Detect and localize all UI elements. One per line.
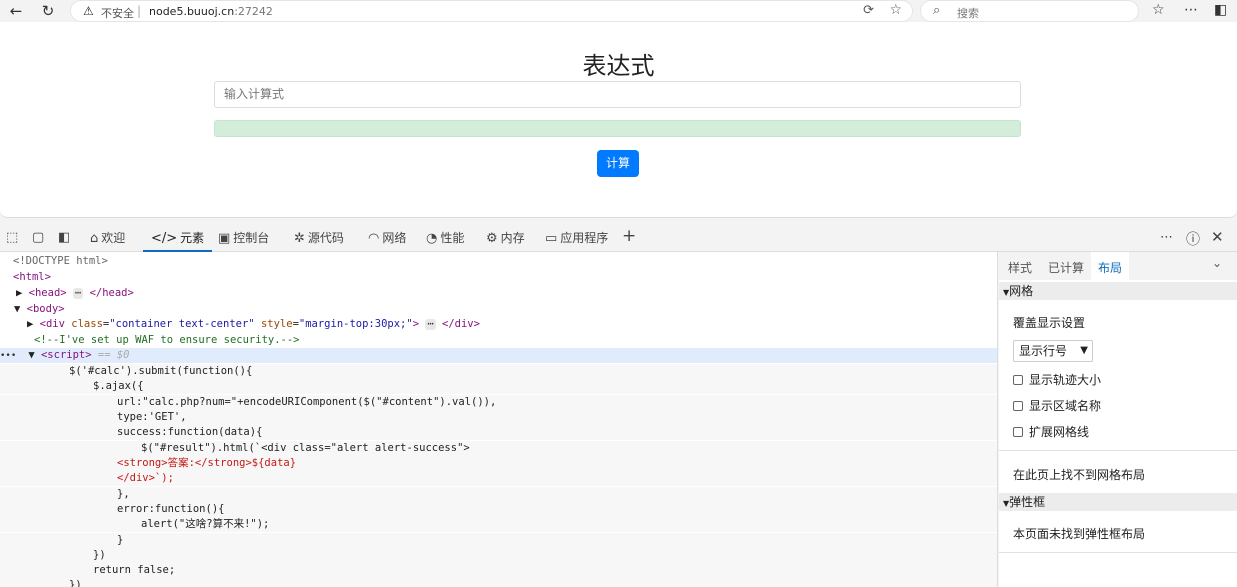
gutter-dots[interactable]: •••: [0, 349, 22, 364]
more-tools-icon[interactable]: ⋯: [1160, 230, 1173, 245]
help-icon[interactable]: ⓘ: [1186, 229, 1200, 249]
js-line: $.ajax({: [0, 379, 997, 394]
expand-triangle-icon[interactable]: ▶: [16, 287, 22, 299]
more-icon[interactable]: ⋯: [1184, 2, 1198, 18]
gauge-icon: ◔: [426, 231, 438, 246]
back-icon[interactable]: ←: [6, 1, 26, 21]
browser-toolbar: ← ↻ ⚠ 不安全 | node5.buuoj.cn:27242 ⟳ ☆ ⌕ 搜…: [0, 0, 1237, 22]
doctype-line[interactable]: <!DOCTYPE html>: [0, 254, 997, 269]
add-tab-icon[interactable]: +: [622, 226, 636, 246]
js-line: <strong>答案:</strong>${data}: [0, 456, 997, 471]
head-line[interactable]: ▶ <head> ⋯ </head>: [0, 286, 997, 301]
console-icon: ▣: [218, 231, 231, 246]
js-line: },: [0, 487, 997, 502]
js-line: alert("这啥?算不来!");: [0, 517, 997, 532]
js-line: type:'GET',: [0, 410, 997, 425]
calculate-button[interactable]: 计算: [597, 150, 639, 177]
translate-icon[interactable]: ⟳: [863, 3, 874, 18]
track-size-checkbox[interactable]: 显示轨迹大小: [1013, 371, 1101, 388]
js-line: }: [0, 533, 997, 548]
js-line: </div>`);: [0, 471, 997, 486]
tab-network[interactable]: ◠ 网络: [368, 224, 406, 252]
home-icon: ⌂: [90, 231, 99, 246]
sidebar-tabs: 样式 已计算 布局 ⌄: [999, 252, 1237, 280]
tab-elements[interactable]: </> 元素: [143, 224, 213, 252]
grid-section-header[interactable]: ▼网格: [999, 282, 1237, 300]
tab-sources[interactable]: ✲ 源代码: [294, 224, 344, 252]
separator: |: [137, 4, 142, 18]
close-icon[interactable]: ✕: [1211, 228, 1224, 246]
app-icon: ▭: [545, 231, 558, 246]
favorite-star-icon[interactable]: ☆: [889, 2, 902, 18]
styles-sidebar: 样式 已计算 布局 ⌄ ▼网格 覆盖显示设置 显示行号 ▼ 显示轨迹大小 显示区域…: [999, 252, 1237, 587]
html-line[interactable]: <html>: [0, 270, 997, 285]
script-line[interactable]: ••• ▼ <script> == $0: [0, 348, 997, 364]
area-names-checkbox[interactable]: 显示区域名称: [1013, 397, 1101, 414]
flex-section-header[interactable]: ▼弹性框: [999, 493, 1237, 511]
tab-computed[interactable]: 已计算: [1048, 259, 1084, 276]
divider: [999, 552, 1237, 553]
js-line: url:"calc.php?num="+encodeURIComponent($…: [0, 395, 997, 410]
search-icon: ⌕: [933, 3, 941, 18]
page-title: 表达式: [582, 52, 655, 80]
tab-application[interactable]: ▭ 应用程序: [545, 224, 608, 252]
grid-overlay-select[interactable]: 显示行号 ▼: [1013, 340, 1093, 362]
refresh-icon[interactable]: ↻: [38, 1, 58, 21]
tab-styles[interactable]: 样式: [1008, 259, 1032, 276]
dock-icon[interactable]: ◧: [58, 230, 70, 245]
chevron-down-icon: ▼: [1080, 345, 1088, 356]
favorites-icon[interactable]: ☆: [1152, 2, 1165, 18]
code-icon: </>: [151, 231, 178, 246]
expand-triangle-icon[interactable]: ▶: [27, 318, 33, 330]
no-flex-message: 本页面未找到弹性框布局: [1013, 527, 1146, 541]
divider: [999, 450, 1237, 451]
js-line: }): [0, 548, 997, 563]
memory-icon: ⚙: [486, 231, 498, 246]
no-grid-message: 在此页上找不到网格布局: [1013, 468, 1146, 482]
extend-lines-checkbox[interactable]: 扩展网格线: [1013, 423, 1089, 440]
url-text: node5.buuoj.cn:27242: [149, 5, 273, 18]
js-line: success:function(data){: [0, 425, 997, 440]
div-container-line[interactable]: ▶ <div class="container text-center" sty…: [0, 317, 997, 332]
page-viewport: 表达式 输入计算式 计算: [0, 22, 1237, 218]
wifi-icon: ◠: [368, 231, 380, 246]
bug-icon: ✲: [294, 231, 305, 246]
elements-tree: <!DOCTYPE html> <html> ▶ <head> ⋯ </head…: [0, 252, 998, 587]
tab-memory[interactable]: ⚙ 内存: [486, 224, 525, 252]
js-line: }): [0, 578, 997, 587]
chevron-down-icon[interactable]: ⌄: [1212, 256, 1222, 270]
waf-comment-line[interactable]: <!--I've set up WAF to ensure security.-…: [0, 333, 997, 348]
sidebar-icon[interactable]: ◧: [1214, 2, 1227, 18]
collapse-triangle-icon[interactable]: ▼: [28, 349, 34, 361]
search-box[interactable]: ⌕ 搜索: [920, 0, 1139, 22]
js-line: error:function(){: [0, 502, 997, 517]
warning-icon: ⚠: [83, 4, 94, 18]
js-line: $("#result").html(`<div class="alert ale…: [0, 441, 997, 456]
search-placeholder: 搜索: [957, 7, 979, 20]
js-line: $('#calc').submit(function(){: [0, 364, 997, 379]
tab-console[interactable]: ▣ 控制台: [218, 224, 269, 252]
collapse-triangle-icon[interactable]: ▼: [14, 303, 20, 315]
result-alert: [214, 120, 1021, 137]
inspect-icon[interactable]: ⬚: [6, 230, 18, 245]
security-label: 不安全: [101, 7, 134, 20]
address-bar[interactable]: ⚠ 不安全 | node5.buuoj.cn:27242 ⟳ ☆: [70, 0, 913, 22]
tab-layout[interactable]: 布局: [1098, 259, 1122, 276]
expression-input[interactable]: 输入计算式: [214, 81, 1021, 108]
tab-welcome[interactable]: ⌂ 欢迎: [90, 224, 125, 252]
js-line: return false;: [0, 563, 997, 578]
overlay-label: 覆盖显示设置: [1013, 316, 1086, 330]
tab-performance[interactable]: ◔ 性能: [426, 224, 464, 252]
device-icon[interactable]: ▢: [32, 230, 44, 245]
body-line[interactable]: ▼ <body>: [0, 302, 997, 317]
devtools-toolbar: ⬚ ▢ ◧ ⌂ 欢迎 </> 元素 ▣ 控制台 ✲ 源代码 ◠ 网络 ◔ 性能 ⚙ 内存 ▭ 应…: [0, 224, 1237, 252]
